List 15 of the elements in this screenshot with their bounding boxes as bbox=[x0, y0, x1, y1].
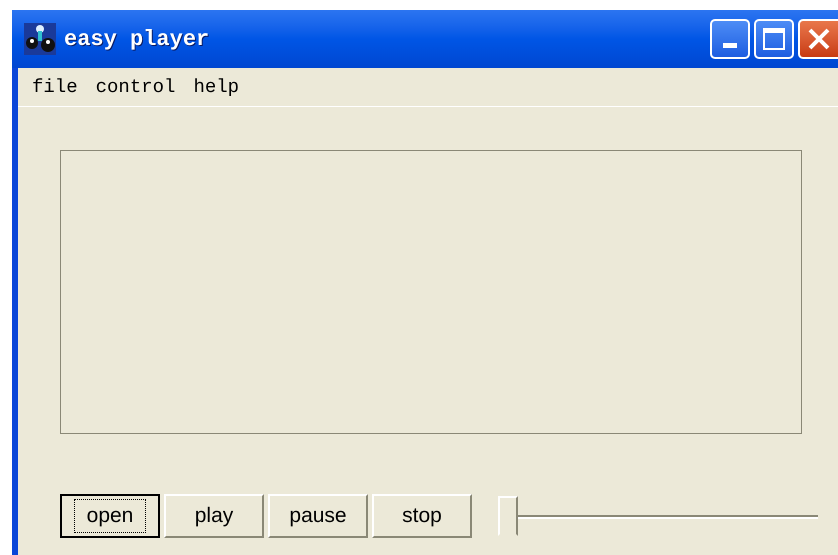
player-button[interactable]: pause bbox=[268, 494, 368, 538]
window-title: easy player bbox=[64, 26, 210, 54]
slider-thumb[interactable] bbox=[498, 496, 518, 536]
close-button[interactable] bbox=[798, 19, 838, 59]
seek-slider[interactable] bbox=[498, 496, 818, 536]
close-icon bbox=[807, 27, 831, 51]
app-icon bbox=[24, 23, 56, 55]
player-button[interactable]: play bbox=[164, 494, 264, 538]
menu-item[interactable]: file bbox=[32, 72, 78, 102]
menu-item[interactable]: help bbox=[193, 72, 240, 102]
maximize-button[interactable] bbox=[754, 19, 794, 59]
minimize-button[interactable] bbox=[710, 19, 750, 59]
player-button[interactable]: stop bbox=[372, 494, 472, 538]
player-button[interactable]: open bbox=[60, 494, 160, 538]
menu-item[interactable]: control bbox=[96, 72, 176, 102]
